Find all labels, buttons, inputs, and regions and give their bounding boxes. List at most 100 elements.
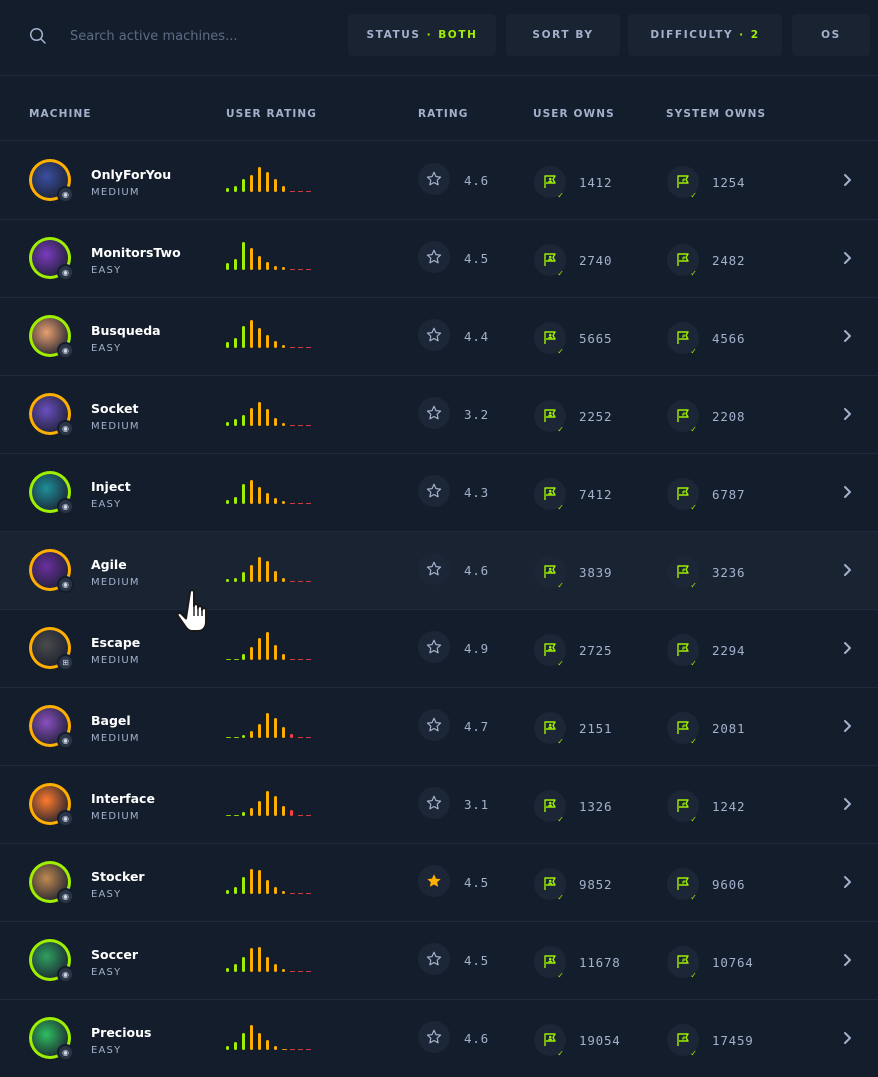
rating-bar bbox=[282, 1048, 287, 1050]
rating-bar bbox=[298, 424, 303, 426]
rating-bar bbox=[234, 259, 237, 270]
machine-avatar: ◉ bbox=[29, 861, 74, 905]
rating-bar bbox=[226, 263, 229, 270]
rating-bar bbox=[250, 869, 253, 894]
system-owns-count: 6787 bbox=[712, 487, 746, 502]
star-icon[interactable] bbox=[418, 163, 450, 195]
chevron-right-icon[interactable] bbox=[840, 562, 854, 578]
star-icon[interactable] bbox=[418, 631, 450, 663]
rating-bar bbox=[266, 262, 269, 270]
chevron-right-icon[interactable] bbox=[840, 796, 854, 812]
star-filled-icon[interactable] bbox=[418, 865, 450, 897]
rating-bar bbox=[266, 172, 269, 192]
machine-name[interactable]: Escape bbox=[91, 635, 140, 650]
sort-by-button[interactable]: SORT BY bbox=[506, 14, 620, 56]
rating-bar bbox=[250, 480, 253, 504]
chevron-right-icon[interactable] bbox=[840, 874, 854, 890]
machine-name[interactable]: Stocker bbox=[91, 869, 145, 884]
chevron-right-icon[interactable] bbox=[840, 1030, 854, 1046]
search-input[interactable] bbox=[62, 22, 322, 50]
chevron-right-icon[interactable] bbox=[840, 952, 854, 968]
rating-bar bbox=[290, 268, 295, 270]
rating-bar bbox=[234, 736, 239, 738]
rating-bar bbox=[226, 342, 229, 348]
column-header-user-rating[interactable]: USER RATING bbox=[226, 108, 317, 120]
rating-value: 4.6 bbox=[464, 1031, 489, 1046]
rating-bar bbox=[266, 335, 269, 348]
star-icon[interactable] bbox=[418, 709, 450, 741]
rating-bar bbox=[298, 268, 303, 270]
user-flag-icon: ✓ bbox=[534, 946, 566, 980]
machine-name[interactable]: Socket bbox=[91, 401, 138, 416]
machine-name[interactable]: OnlyForYou bbox=[91, 167, 171, 182]
chevron-right-icon[interactable] bbox=[840, 718, 854, 734]
rating-bar bbox=[298, 658, 303, 660]
column-header-machine[interactable]: MACHINE bbox=[29, 108, 92, 120]
machine-difficulty: EASY bbox=[91, 265, 122, 276]
machine-name[interactable]: Inject bbox=[91, 479, 131, 494]
machine-name[interactable]: Precious bbox=[91, 1025, 151, 1040]
star-icon[interactable] bbox=[418, 787, 450, 819]
rating-value: 3.2 bbox=[464, 407, 489, 422]
table-row[interactable]: ◉ Busqueda EASY 4.4 ✓ 5665 # ✓ 4566 bbox=[0, 298, 878, 376]
chevron-right-icon[interactable] bbox=[840, 328, 854, 344]
table-row[interactable]: ◉ Socket MEDIUM 3.2 ✓ 2252 # ✓ 2208 bbox=[0, 376, 878, 454]
linux-os-icon: ◉ bbox=[57, 888, 74, 905]
table-row[interactable]: ◉ OnlyForYou MEDIUM 4.6 ✓ 1412 # ✓ 1254 bbox=[0, 142, 878, 220]
machine-avatar: ◉ bbox=[29, 315, 74, 359]
chevron-right-icon[interactable] bbox=[840, 406, 854, 422]
column-header-system-owns[interactable]: SYSTEM OWNS bbox=[666, 108, 766, 120]
star-icon[interactable] bbox=[418, 943, 450, 975]
rating-value: 4.5 bbox=[464, 953, 489, 968]
rating-bar bbox=[266, 409, 269, 426]
column-header-user-owns[interactable]: USER OWNS bbox=[533, 108, 615, 120]
table-row[interactable]: ◉ Soccer EASY 4.5 ✓ 11678 # ✓ 10764 bbox=[0, 922, 878, 1000]
machine-name[interactable]: Bagel bbox=[91, 713, 131, 728]
rating-bar bbox=[306, 580, 311, 582]
machine-name[interactable]: MonitorsTwo bbox=[91, 245, 181, 260]
rating-bar bbox=[266, 493, 269, 504]
status-filter-button[interactable]: STATUS · BOTH bbox=[348, 14, 496, 56]
table-row[interactable]: ⊞ Escape MEDIUM 4.9 ✓ 2725 # ✓ 2294 bbox=[0, 610, 878, 688]
rating-bar bbox=[234, 964, 237, 972]
machine-name[interactable]: Busqueda bbox=[91, 323, 161, 338]
table-row[interactable]: ◉ Precious EASY 4.6 ✓ 19054 # ✓ 17459 bbox=[0, 1000, 878, 1077]
column-header-rating[interactable]: RATING bbox=[418, 108, 468, 120]
machine-name[interactable]: Interface bbox=[91, 791, 155, 806]
rating-bar bbox=[250, 731, 253, 738]
rating-bar bbox=[234, 1042, 237, 1050]
rating-bar bbox=[258, 256, 261, 270]
chevron-right-icon[interactable] bbox=[840, 640, 854, 656]
system-flag-icon: # ✓ bbox=[667, 400, 699, 434]
chevron-right-icon[interactable] bbox=[840, 172, 854, 188]
table-row[interactable]: ◉ Stocker EASY 4.5 ✓ 9852 # ✓ 9606 bbox=[0, 844, 878, 922]
machine-name[interactable]: Soccer bbox=[91, 947, 138, 962]
user-flag-icon: ✓ bbox=[534, 556, 566, 590]
rating-bar bbox=[274, 645, 277, 660]
star-icon[interactable] bbox=[418, 319, 450, 351]
star-icon[interactable] bbox=[418, 397, 450, 429]
star-icon[interactable] bbox=[418, 241, 450, 273]
rating-bar bbox=[298, 814, 303, 816]
rating-value: 4.6 bbox=[464, 563, 489, 578]
table-row[interactable]: ◉ Bagel MEDIUM 4.7 ✓ 2151 # ✓ 2081 bbox=[0, 688, 878, 766]
rating-value: 4.9 bbox=[464, 641, 489, 656]
rating-bar bbox=[290, 810, 293, 816]
machine-difficulty: EASY bbox=[91, 1045, 122, 1056]
star-icon[interactable] bbox=[418, 1021, 450, 1053]
table-row[interactable]: ◉ MonitorsTwo EASY 4.5 ✓ 2740 # ✓ 2482 bbox=[0, 220, 878, 298]
table-row[interactable]: ◉ Agile MEDIUM 4.6 ✓ 3839 # ✓ 3236 bbox=[0, 532, 878, 610]
os-filter-button[interactable]: OS bbox=[792, 14, 870, 56]
rating-bar bbox=[250, 408, 253, 426]
chevron-right-icon[interactable] bbox=[840, 484, 854, 500]
chevron-right-icon[interactable] bbox=[840, 250, 854, 266]
difficulty-filter-button[interactable]: DIFFICULTY · 2 bbox=[628, 14, 782, 56]
table-row[interactable]: ◉ Inject EASY 4.3 ✓ 7412 # ✓ 6787 bbox=[0, 454, 878, 532]
table-row[interactable]: ◉ Interface MEDIUM 3.1 ✓ 1326 # ✓ 1242 bbox=[0, 766, 878, 844]
star-icon[interactable] bbox=[418, 475, 450, 507]
search-icon[interactable] bbox=[29, 27, 47, 45]
rating-bar bbox=[266, 713, 269, 738]
machine-name[interactable]: Agile bbox=[91, 557, 127, 572]
user-rating-bars bbox=[226, 706, 326, 738]
star-icon[interactable] bbox=[418, 553, 450, 585]
